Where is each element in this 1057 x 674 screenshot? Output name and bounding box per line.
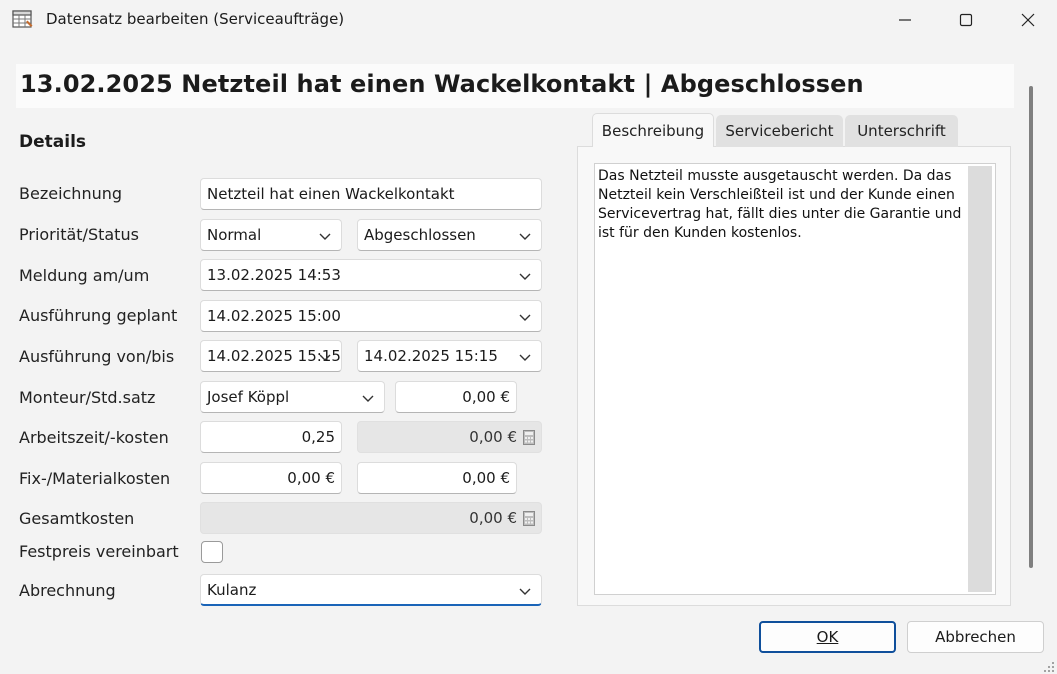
chevron-down-icon bbox=[519, 233, 531, 240]
ausfuehrung-von-datetime[interactable]: 14.02.2025 15:15 bbox=[200, 340, 342, 372]
materialkosten-value: 0,00 € bbox=[462, 469, 510, 487]
ausfuehrung-geplant-datetime[interactable]: 14.02.2025 15:00 bbox=[200, 300, 542, 332]
resize-grip-icon[interactable] bbox=[1043, 661, 1055, 673]
tab-servicebericht[interactable]: Servicebericht bbox=[716, 115, 843, 147]
cancel-button[interactable]: Abbrechen bbox=[907, 621, 1044, 653]
monteur-value: Josef Köppl bbox=[207, 388, 290, 406]
calculator-icon bbox=[523, 510, 535, 526]
meldung-datetime[interactable]: 13.02.2025 14:53 bbox=[200, 259, 542, 291]
ok-button-label: OK bbox=[816, 628, 839, 646]
bezeichnung-value: Netzteil hat einen Wackelkontakt bbox=[207, 185, 455, 203]
minimize-button[interactable] bbox=[876, 0, 934, 40]
label-meldung: Meldung am/um bbox=[19, 266, 150, 285]
label-ausfuehrung-von-bis: Ausführung von/bis bbox=[19, 347, 175, 366]
tab-unterschrift[interactable]: Unterschrift bbox=[845, 115, 958, 147]
description-text: Das Netzteil musste ausgetauscht werden.… bbox=[598, 168, 962, 241]
description-scrollbar[interactable] bbox=[968, 166, 992, 592]
stundensatz-input[interactable]: 0,00 € bbox=[395, 381, 517, 413]
status-value: Abgeschlossen bbox=[364, 226, 476, 244]
ausfuehrung-geplant-value: 14.02.2025 15:00 bbox=[207, 307, 341, 325]
details-section-title: Details bbox=[19, 132, 87, 152]
chevron-down-icon bbox=[319, 233, 331, 240]
arbeitszeit-input[interactable]: 0,25 bbox=[200, 421, 342, 453]
label-arbeitszeit: Arbeitszeit/-kosten bbox=[19, 428, 169, 447]
maximize-button[interactable] bbox=[937, 0, 995, 40]
chevron-down-icon bbox=[519, 588, 531, 595]
chevron-down-icon bbox=[519, 273, 531, 280]
label-fix-material: Fix-/Materialkosten bbox=[19, 469, 171, 488]
ausfuehrung-bis-datetime[interactable]: 14.02.2025 15:15 bbox=[357, 340, 542, 372]
monteur-select[interactable]: Josef Köppl bbox=[200, 381, 385, 413]
prioritaet-value: Normal bbox=[207, 226, 262, 244]
gesamtkosten-value: 0,00 € bbox=[469, 509, 517, 527]
tab-beschreibung[interactable]: Beschreibung bbox=[592, 113, 714, 147]
chevron-down-icon bbox=[519, 314, 531, 321]
chevron-down-icon bbox=[319, 354, 331, 361]
fixkosten-value: 0,00 € bbox=[287, 469, 335, 487]
fixkosten-input[interactable]: 0,00 € bbox=[200, 462, 342, 494]
table-grid-icon bbox=[12, 10, 33, 28]
chevron-down-icon bbox=[519, 354, 531, 361]
arbeitskosten-value: 0,00 € bbox=[469, 428, 517, 446]
ausfuehrung-bis-value: 14.02.2025 15:15 bbox=[364, 347, 498, 365]
title-bar: Datensatz bearbeiten (Serviceaufträge) bbox=[0, 0, 1057, 40]
label-bezeichnung: Bezeichnung bbox=[19, 184, 123, 203]
ok-button[interactable]: OK bbox=[759, 621, 896, 653]
maximize-icon bbox=[959, 13, 973, 27]
label-abrechnung: Abrechnung bbox=[19, 581, 116, 600]
arbeitskosten-field: 0,00 € bbox=[357, 421, 542, 453]
bezeichnung-input[interactable]: Netzteil hat einen Wackelkontakt bbox=[200, 178, 542, 210]
window-scrollbar[interactable] bbox=[1029, 86, 1033, 568]
calculator-icon bbox=[523, 429, 535, 445]
label-gesamtkosten: Gesamtkosten bbox=[19, 509, 135, 528]
chevron-down-icon bbox=[362, 395, 374, 402]
abrechnung-value: Kulanz bbox=[207, 580, 257, 599]
materialkosten-input[interactable]: 0,00 € bbox=[357, 462, 517, 494]
page-title: 13.02.2025 Netzteil hat einen Wackelkont… bbox=[20, 70, 864, 98]
prioritaet-select[interactable]: Normal bbox=[200, 219, 342, 251]
window-title: Datensatz bearbeiten (Serviceaufträge) bbox=[46, 10, 345, 28]
stundensatz-value: 0,00 € bbox=[462, 388, 510, 406]
close-button[interactable] bbox=[999, 0, 1057, 40]
label-ausfuehrung-geplant: Ausführung geplant bbox=[19, 306, 178, 325]
label-monteur: Monteur/Std.satz bbox=[19, 388, 156, 407]
cancel-button-label: Abbrechen bbox=[935, 628, 1016, 646]
arbeitszeit-value: 0,25 bbox=[301, 428, 335, 446]
close-icon bbox=[1021, 13, 1035, 27]
abrechnung-select[interactable]: Kulanz bbox=[200, 574, 542, 606]
gesamtkosten-field: 0,00 € bbox=[200, 502, 542, 534]
label-prioritaet-status: Priorität/Status bbox=[19, 225, 139, 244]
festpreis-checkbox[interactable] bbox=[201, 541, 223, 563]
label-festpreis: Festpreis vereinbart bbox=[19, 542, 179, 561]
status-select[interactable]: Abgeschlossen bbox=[357, 219, 542, 251]
minimize-icon bbox=[899, 19, 911, 21]
meldung-value: 13.02.2025 14:53 bbox=[207, 266, 341, 284]
